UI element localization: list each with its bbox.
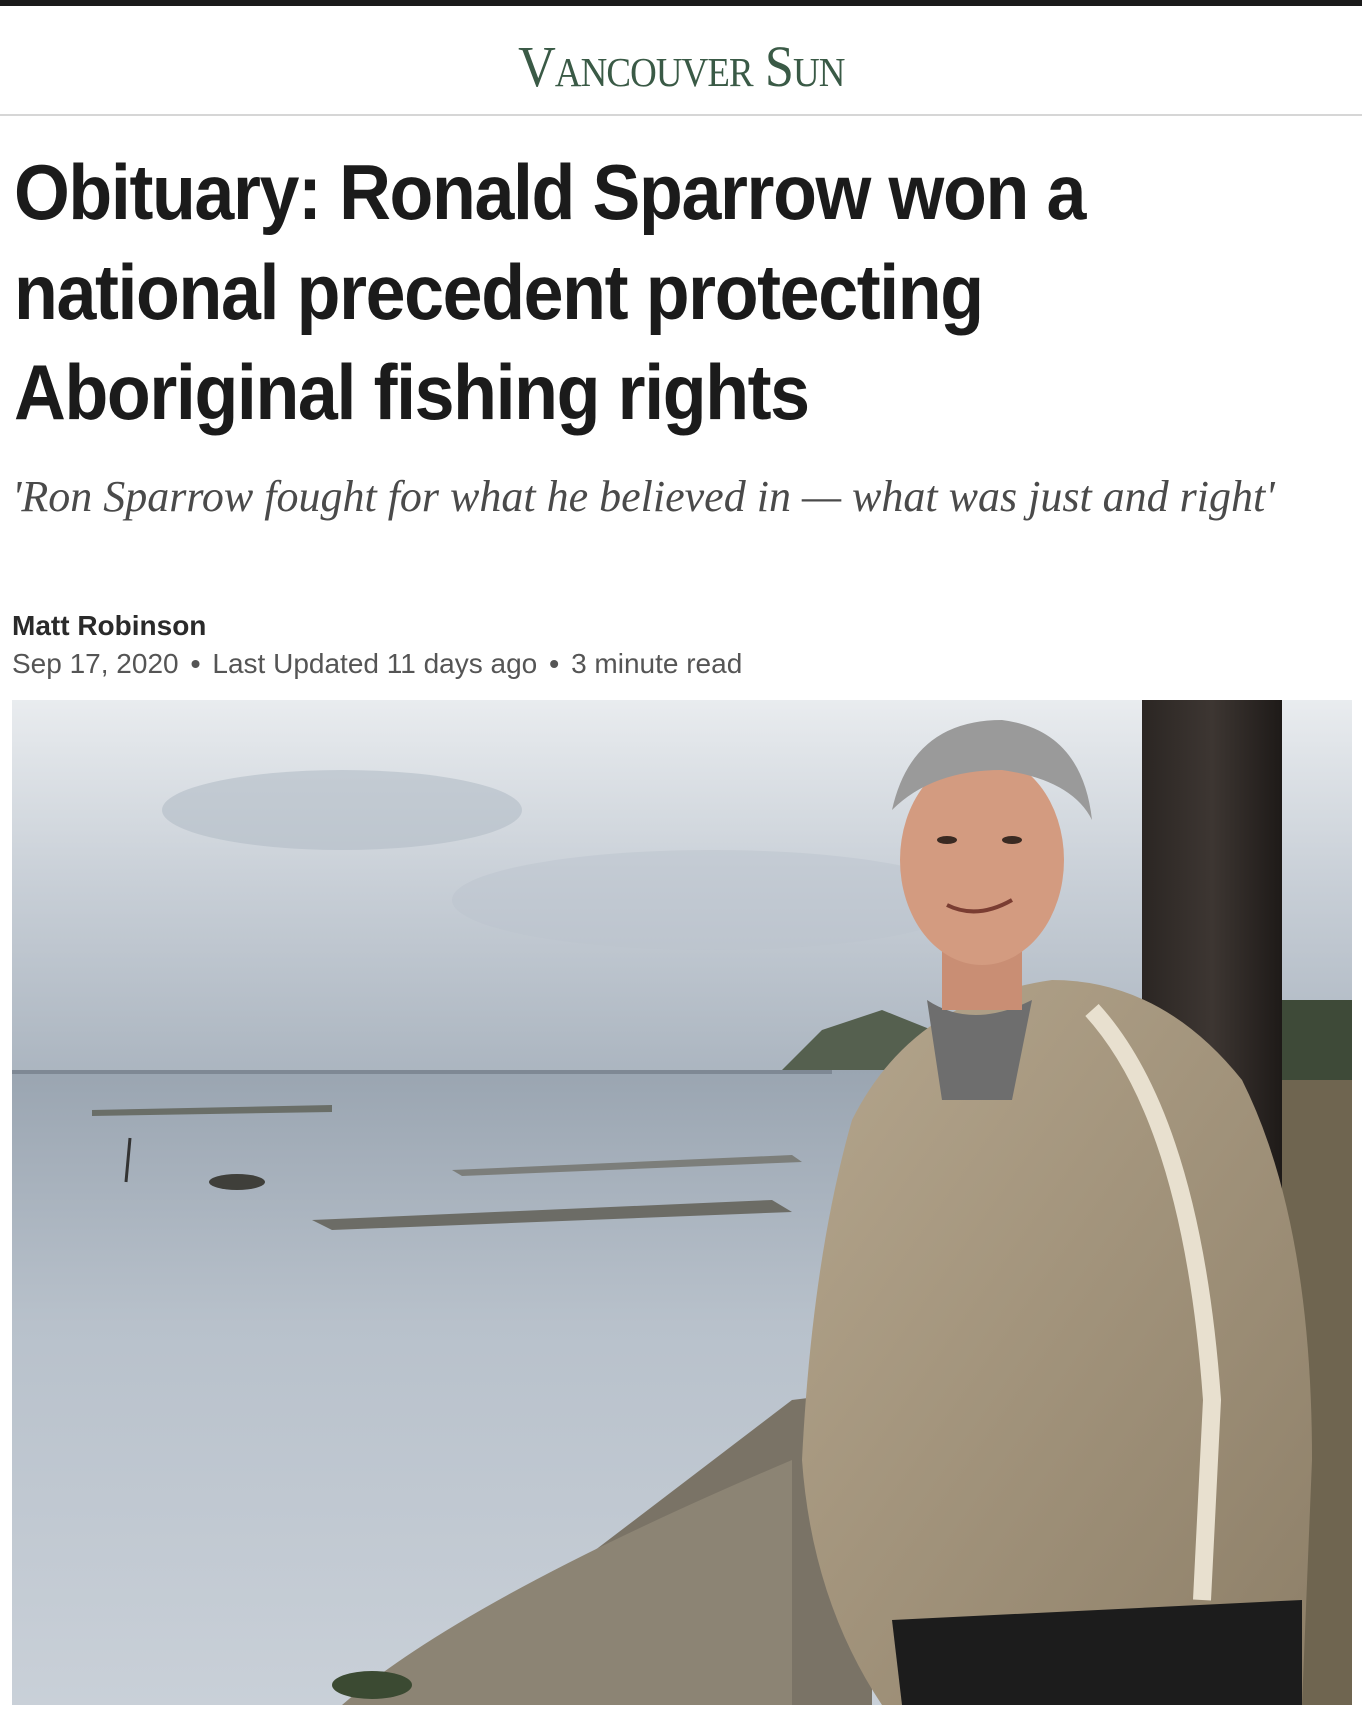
- article-meta: Sep 17, 2020 • Last Updated 11 days ago • 3 …: [12, 648, 742, 680]
- masthead: Vancouver Sun: [0, 6, 1362, 116]
- article-headline: Obituary: Ronald Sparrow won a national …: [14, 148, 1086, 436]
- author-name[interactable]: Matt Robinson: [12, 610, 206, 642]
- publish-date: Sep 17, 2020: [12, 648, 179, 679]
- separator-dot: •: [549, 648, 560, 679]
- article-deck: 'Ron Sparrow fought for what he believed…: [12, 472, 1275, 521]
- read-time: 3 minute read: [571, 648, 743, 679]
- last-updated: Last Updated 11 days ago: [212, 648, 538, 679]
- separator-dot: •: [190, 648, 201, 679]
- hero-photo[interactable]: [12, 700, 1352, 1705]
- site-logo[interactable]: Vancouver Sun: [518, 38, 845, 96]
- caption-strip: [0, 1705, 1362, 1730]
